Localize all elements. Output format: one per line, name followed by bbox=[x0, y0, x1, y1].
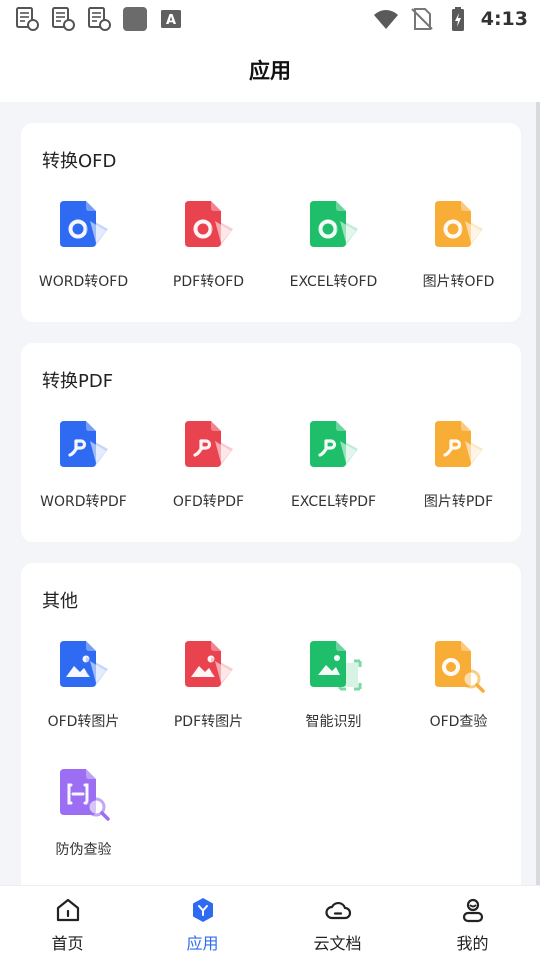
app-item[interactable]: WORD转OFD bbox=[21, 195, 146, 299]
app-label: WORD转PDF bbox=[40, 494, 127, 510]
app-label: PDF转图片 bbox=[173, 714, 244, 730]
app-item[interactable]: EXCEL转PDF bbox=[271, 415, 396, 519]
word-to-pdf-icon bbox=[59, 421, 108, 467]
app-label: WORD转OFD bbox=[38, 274, 129, 290]
app-label: PDF转OFD bbox=[172, 274, 245, 290]
section-title: 转换PDF bbox=[42, 371, 114, 392]
apps-icon bbox=[192, 898, 213, 922]
excel-to-ofd-icon bbox=[309, 201, 358, 247]
app-item[interactable]: 图片转PDF bbox=[396, 415, 521, 519]
wifi-icon bbox=[373, 6, 399, 32]
nav-item-home[interactable]: 首页 bbox=[0, 886, 135, 960]
app-label: 图片转OFD bbox=[422, 274, 495, 290]
app-label: OFD转图片 bbox=[47, 714, 120, 730]
nav-item-cloud[interactable]: 云文档 bbox=[270, 886, 405, 960]
app-item[interactable]: PDF转OFD bbox=[146, 195, 271, 299]
nav-label-profile: 我的 bbox=[456, 934, 489, 953]
app-label: EXCEL转PDF bbox=[290, 494, 377, 510]
app-item[interactable]: 图片转OFD bbox=[396, 195, 521, 299]
nav-item-apps[interactable]: 应用 bbox=[135, 886, 270, 960]
image-to-pdf-icon bbox=[434, 421, 483, 467]
smart-recognition-icon bbox=[309, 641, 361, 691]
app-label: OFD转PDF bbox=[172, 494, 245, 510]
app-item[interactable]: OFD转图片 bbox=[21, 635, 146, 739]
profile-icon bbox=[462, 898, 483, 923]
app-label: 智能识别 bbox=[305, 714, 362, 730]
status-time: 4:13 bbox=[480, 8, 528, 30]
app-item[interactable]: OFD转PDF bbox=[146, 415, 271, 519]
app-grid: WORD转PDF OFD转PDF EXCEL转PDF 图片转PDF bbox=[21, 415, 521, 519]
battery-charging-icon bbox=[445, 6, 471, 32]
app-item[interactable]: WORD转PDF bbox=[21, 415, 146, 519]
section-card: 转换OFD WORD转OFD PDF转OFD EXCEL转OFD 图片转OFD bbox=[21, 123, 521, 322]
page-title: 应用 bbox=[249, 59, 291, 83]
document-notification-icon bbox=[50, 6, 76, 32]
anti-counterfeit-verify-icon bbox=[59, 769, 110, 821]
nav-label-cloud: 云文档 bbox=[313, 934, 362, 953]
excel-to-pdf-icon bbox=[309, 421, 358, 467]
ofd-to-image-icon bbox=[59, 641, 108, 687]
app-item[interactable]: PDF转图片 bbox=[146, 635, 271, 739]
status-bar: A 4:13 bbox=[0, 0, 540, 38]
section-title: 其他 bbox=[42, 591, 78, 612]
app-item[interactable]: OFD查验 bbox=[396, 635, 521, 739]
pdf-to-ofd-icon bbox=[184, 201, 233, 247]
app-grid: WORD转OFD PDF转OFD EXCEL转OFD 图片转OFD bbox=[21, 195, 521, 299]
ofd-to-pdf-icon bbox=[184, 421, 233, 467]
app-item[interactable]: 防伪查验 bbox=[21, 763, 146, 867]
page-header: 应用 bbox=[0, 38, 540, 102]
bottom-navigation: 首页 应用 云文档 我的 bbox=[0, 885, 540, 960]
cloud-icon bbox=[324, 901, 351, 920]
app-item[interactable]: 智能识别 bbox=[271, 635, 396, 739]
app-label: 图片转PDF bbox=[423, 494, 494, 510]
section-card: 转换PDF WORD转PDF OFD转PDF EXCEL转PDF 图片转PDF bbox=[21, 343, 521, 542]
section-title: 转换OFD bbox=[42, 151, 117, 172]
app-label: EXCEL转OFD bbox=[289, 274, 378, 290]
ofd-verify-icon bbox=[434, 641, 485, 693]
image-to-ofd-icon bbox=[434, 201, 483, 247]
section-card: 其他 OFD转图片 PDF转图片 智能识别 OFD查验防伪查验 bbox=[21, 563, 521, 903]
no-sim-icon bbox=[409, 6, 435, 32]
document-notification-icon bbox=[14, 6, 40, 32]
document-notification-icon bbox=[86, 6, 112, 32]
scrollbar-track[interactable] bbox=[536, 102, 540, 885]
home-icon bbox=[56, 898, 79, 922]
pdf-to-image-icon bbox=[184, 641, 233, 687]
text-badge-icon: A bbox=[158, 6, 184, 32]
nav-item-profile[interactable]: 我的 bbox=[405, 886, 540, 960]
app-grid: OFD转图片 PDF转图片 智能识别 OFD查验防伪查验 bbox=[21, 635, 521, 867]
nav-label-apps: 应用 bbox=[186, 934, 219, 953]
app-square-icon bbox=[122, 6, 148, 32]
notification-icons: A bbox=[14, 6, 184, 32]
app-label: OFD查验 bbox=[429, 714, 488, 730]
nav-label-home: 首页 bbox=[51, 934, 84, 953]
app-item[interactable]: EXCEL转OFD bbox=[271, 195, 396, 299]
app-label: 防伪查验 bbox=[55, 842, 112, 858]
word-to-ofd-icon bbox=[59, 201, 108, 247]
system-icons: 4:13 bbox=[373, 6, 528, 32]
text-badge-letter: A bbox=[166, 13, 176, 28]
